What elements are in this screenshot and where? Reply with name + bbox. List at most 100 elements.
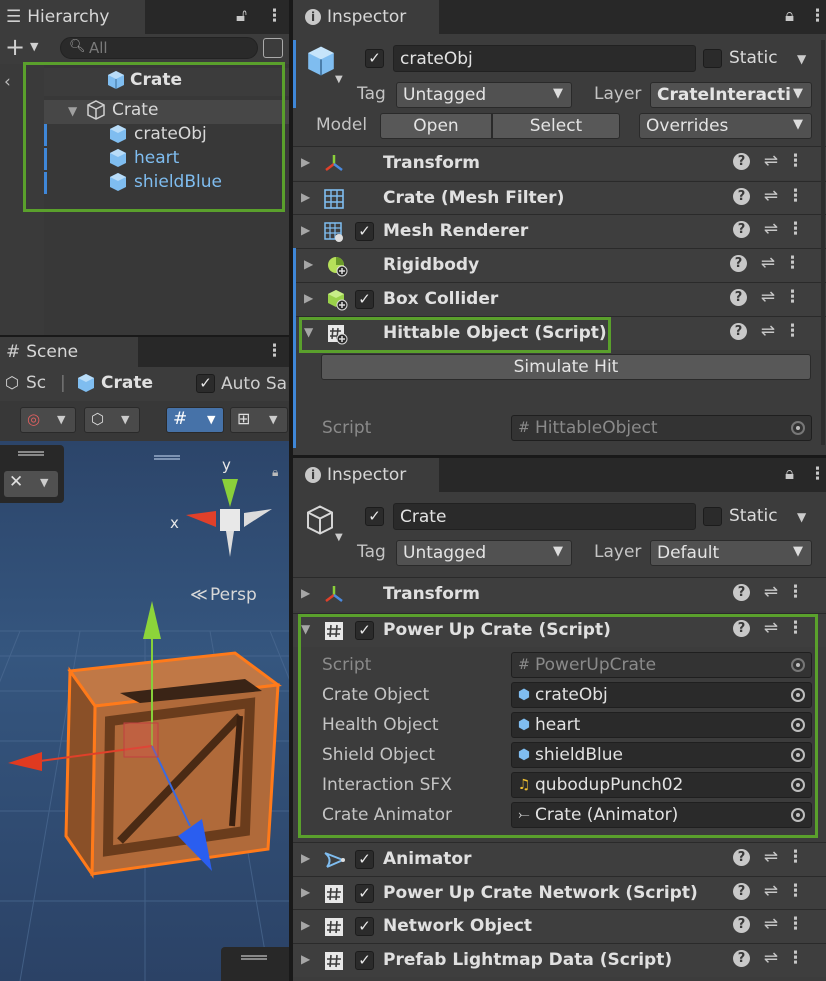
component-prefab-lightmap-data[interactable]: ▶ ✓ Prefab Lightmap Data (Script) ? ⇌ ⋮ (293, 943, 826, 977)
more-icon[interactable]: ⋮ (787, 914, 804, 934)
presets-icon[interactable]: ⇌ (764, 582, 778, 602)
fold-arrow-icon[interactable]: ▼ (68, 104, 77, 118)
static-checkbox[interactable]: ✓ (703, 49, 722, 68)
hierarchy-item-shieldblue[interactable]: shieldBlue (108, 172, 222, 192)
help-icon[interactable]: ? (733, 221, 750, 238)
presets-icon[interactable]: ⇌ (764, 186, 778, 206)
presets-icon[interactable]: ⇌ (764, 618, 778, 638)
presets-icon[interactable]: ⇌ (764, 881, 778, 901)
chevron-down-icon[interactable]: ▼ (335, 74, 343, 85)
tab-hierarchy[interactable]: ☰ Hierarchy (0, 0, 145, 34)
tab-inspector[interactable]: i Inspector (293, 0, 439, 34)
perspective-label[interactable]: Persp (210, 585, 257, 605)
chevron-down-icon[interactable]: ▼ (30, 40, 38, 53)
object-picker-icon[interactable] (791, 748, 805, 762)
static-checkbox[interactable]: ✓ (703, 507, 722, 526)
overlay-handle-top[interactable] (154, 455, 180, 460)
help-icon[interactable]: ? (733, 153, 750, 170)
render-mode-dropdown[interactable]: ⬡ ▼ (84, 407, 140, 433)
component-mesh-renderer[interactable]: ▶ ✓ Mesh Renderer ? ⇌ ⋮ (293, 214, 826, 248)
presets-icon[interactable]: ⇌ (764, 847, 778, 867)
presets-icon[interactable]: ⇌ (764, 914, 778, 934)
help-icon[interactable]: ? (733, 950, 750, 967)
presets-icon[interactable]: ⇌ (764, 151, 778, 171)
fold-arrow-icon[interactable]: ▼ (304, 325, 313, 339)
more-icon[interactable]: ⋮ (787, 219, 804, 239)
more-icon[interactable]: ⋮ (787, 847, 804, 867)
fold-arrow-icon[interactable]: ▶ (301, 155, 310, 169)
component-box-collider[interactable]: ▶ ✓ Box Collider ? ⇌ ⋮ (296, 282, 826, 316)
prop-field-health-object[interactable]: ⬢ heart (511, 712, 812, 738)
component-transform[interactable]: ▶ Transform ? ⇌ ⋮ (293, 577, 826, 611)
object-name-field[interactable]: Crate (393, 503, 696, 530)
active-checkbox[interactable]: ✓ (365, 507, 384, 526)
open-button[interactable]: Open (380, 113, 492, 139)
more-icon[interactable]: ⋮ (784, 321, 801, 341)
component-animator[interactable]: ▶ ✓ Animator ? ⇌ ⋮ (293, 842, 826, 876)
back-arrow-icon[interactable]: ‹ (4, 72, 11, 92)
crumb-object[interactable]: Crate (101, 373, 153, 393)
scrollbar[interactable] (821, 40, 825, 445)
component-enabled-checkbox[interactable]: ✓ (355, 917, 374, 936)
more-icon[interactable]: ⋮ (787, 151, 804, 171)
fold-arrow-icon[interactable]: ▶ (301, 851, 310, 865)
presets-icon[interactable]: ⇌ (764, 219, 778, 239)
draw-mode-dropdown[interactable]: ◎ ▼ (20, 407, 76, 433)
orientation-gizmo[interactable] (160, 457, 280, 567)
chevron-down-icon[interactable]: ▼ (335, 532, 343, 543)
fold-arrow-icon[interactable]: ▼ (301, 622, 310, 636)
object-picker-icon[interactable] (791, 808, 805, 822)
object-picker-icon[interactable] (791, 718, 805, 732)
component-hittable-object[interactable]: ▼ Hittable Object (Script) ? ⇌ ⋮ (296, 316, 826, 350)
fold-arrow-icon[interactable]: ▶ (301, 918, 310, 932)
help-icon[interactable]: ? (733, 620, 750, 637)
chevron-down-icon[interactable]: ▼ (797, 510, 806, 524)
more-icon[interactable]: ⋮ (784, 253, 801, 273)
component-enabled-checkbox[interactable]: ✓ (355, 951, 374, 970)
tab-scene[interactable]: # Scene (0, 337, 138, 367)
chevron-down-icon[interactable]: ▼ (797, 52, 806, 66)
more-icon[interactable]: ⋮ (787, 948, 804, 968)
component-enabled-checkbox[interactable]: ✓ (355, 290, 374, 309)
fold-arrow-icon[interactable]: ▶ (304, 291, 313, 305)
lock-icon[interactable]: 🔒︎ (785, 464, 794, 484)
hierarchy-item-crate-root[interactable]: Crate (106, 70, 182, 90)
lock-icon[interactable]: 🔒︎ (785, 6, 794, 26)
help-icon[interactable]: ? (730, 289, 747, 306)
help-icon[interactable]: ? (733, 883, 750, 900)
fold-arrow-icon[interactable]: ▶ (304, 257, 313, 271)
tools-overlay[interactable]: ✕ ▼ (0, 445, 64, 503)
object-picker-icon[interactable] (791, 688, 805, 702)
presets-icon[interactable]: ⇌ (761, 287, 775, 307)
component-rigidbody[interactable]: ▶ Rigidbody ? ⇌ ⋮ (296, 248, 826, 282)
component-enabled-checkbox[interactable]: ✓ (355, 222, 374, 241)
layer-dropdown[interactable]: Default ▼ (650, 540, 812, 566)
more-icon[interactable]: ⋮ (784, 287, 801, 307)
help-icon[interactable]: ? (730, 255, 747, 272)
lock-icon[interactable]: 🔒︎ (272, 465, 278, 480)
more-icon[interactable]: ⋮ (787, 582, 804, 602)
active-checkbox[interactable]: ✓ (365, 49, 384, 68)
more-icon[interactable]: ⋮ (787, 881, 804, 901)
layer-dropdown[interactable]: CrateInteracti ▼ (650, 82, 812, 108)
hierarchy-row-selected[interactable] (44, 100, 289, 124)
hierarchy-item-crateobj[interactable]: crateObj (108, 124, 207, 144)
prop-field-shield-object[interactable]: ⬢ shieldBlue (511, 742, 812, 768)
prop-field-crate-object[interactable]: ⬢ crateObj (511, 682, 812, 708)
fold-arrow-icon[interactable]: ▶ (301, 952, 310, 966)
component-power-up-crate-network[interactable]: ▶ ✓ Power Up Crate Network (Script) ? ⇌ … (293, 876, 826, 910)
more-icon[interactable]: ⋮ (809, 6, 826, 26)
component-transform[interactable]: ▶ Transform ? ⇌ ⋮ (293, 146, 826, 180)
more-icon[interactable]: ⋮ (787, 618, 804, 638)
presets-icon[interactable]: ⇌ (761, 253, 775, 273)
help-icon[interactable]: ? (733, 584, 750, 601)
component-mesh-filter[interactable]: ▶ Crate (Mesh Filter) ? ⇌ ⋮ (293, 181, 826, 215)
crumb-scene[interactable]: Sc (26, 373, 46, 393)
help-icon[interactable]: ? (730, 323, 747, 340)
simulate-hit-button[interactable]: Simulate Hit (321, 354, 811, 380)
grid-snap-button[interactable]: # ▼ (166, 407, 224, 433)
scene-visibility-icon[interactable] (263, 38, 283, 58)
prop-field-crate-animator[interactable]: ⤚ Crate (Animator) (511, 802, 812, 828)
hierarchy-item-heart[interactable]: heart (108, 148, 179, 168)
lock-icon[interactable]: 🔓︎ (236, 6, 247, 26)
